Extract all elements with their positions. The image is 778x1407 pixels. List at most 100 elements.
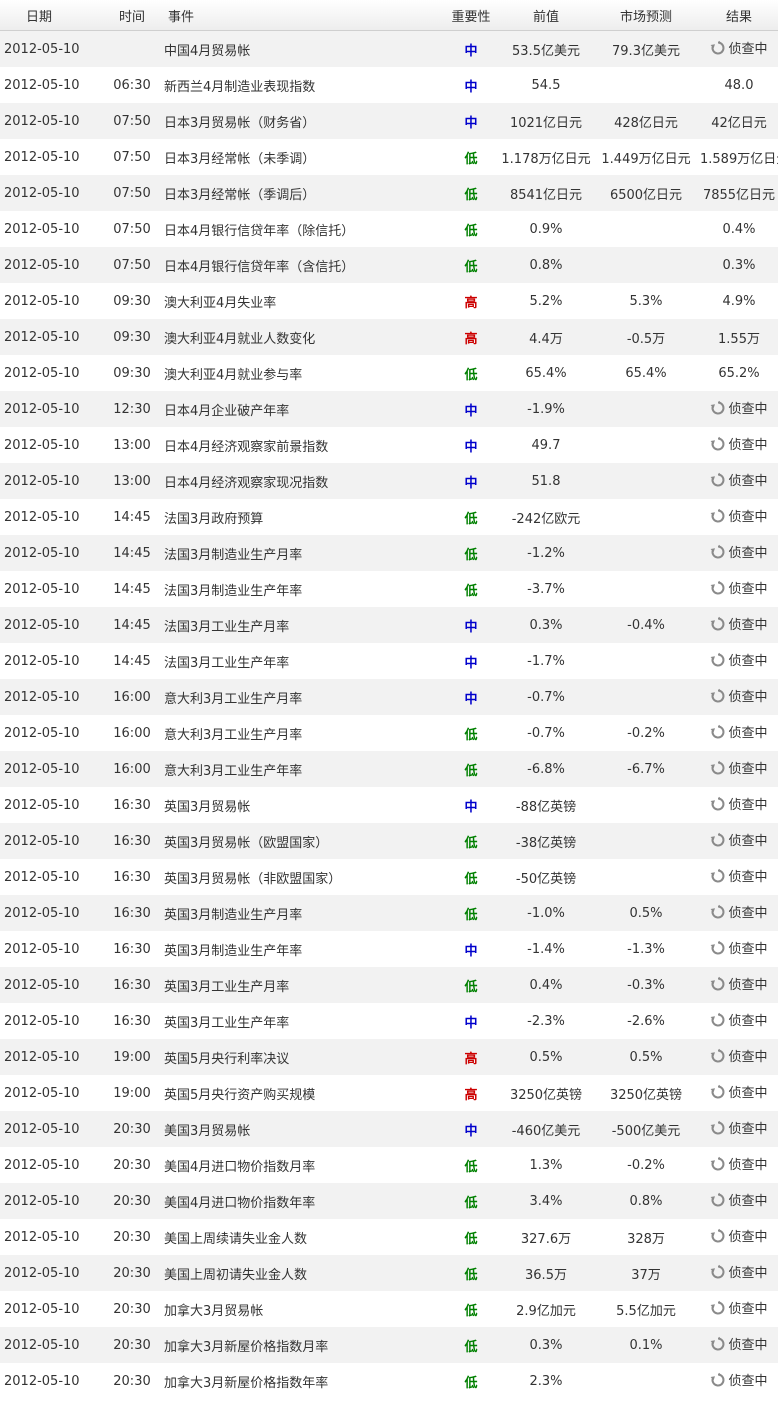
table-row[interactable]: 2012-05-10 20:30 美国4月进口物价指数月率 低 1.3% -0.2% 侦查中 (0, 1147, 778, 1183)
pending-status[interactable]: 侦查中 (710, 974, 768, 993)
pending-status[interactable]: 侦查中 (710, 1010, 768, 1029)
cell-result[interactable]: 侦查中 (700, 38, 778, 60)
table-row[interactable]: 2012-05-10 20:30 加拿大3月新屋价格指数年率 低 2.3% 侦查中 (0, 1363, 778, 1399)
table-row[interactable]: 2012-05-10 09:30 澳大利亚4月就业人数变化 高 4.4万 -0.5万 1.5… (0, 319, 778, 355)
refresh-icon[interactable] (710, 832, 726, 848)
table-row[interactable]: 2012-05-10 14:45 法国3月制造业生产月率 低 -1.2% 侦查中 (0, 535, 778, 571)
table-row[interactable]: 2012-05-10 16:30 英国3月贸易帐（非欧盟国家） 低 -50亿英镑 侦查中 (0, 859, 778, 895)
table-row[interactable]: 2012-05-10 07:50 日本4月银行信贷年率（除信托） 低 0.9% 0.4% (0, 211, 778, 247)
table-row[interactable]: 2012-05-10 14:45 法国3月政府预算 低 -242亿欧元 侦查中 (0, 499, 778, 535)
table-row[interactable]: 2012-05-10 16:30 英国3月工业生产年率 中 -2.3% -2.6% 侦查中 (0, 1003, 778, 1039)
table-row[interactable]: 2012-05-10 19:00 英国5月央行资产购买规模 高 3250亿英镑 3250亿… (0, 1075, 778, 1111)
refresh-icon[interactable] (710, 1156, 726, 1172)
refresh-icon[interactable] (710, 1228, 726, 1244)
header-result[interactable]: 结果 (700, 6, 778, 25)
refresh-icon[interactable] (710, 436, 726, 452)
table-row[interactable]: 2012-05-10 20:30 美国上周初请失业金人数 低 36.5万 37万 侦查中 (0, 1255, 778, 1291)
pending-status[interactable]: 侦查中 (710, 866, 768, 885)
cell-result[interactable]: 侦查中 (700, 902, 778, 924)
pending-status[interactable]: 侦查中 (710, 758, 768, 777)
cell-result[interactable]: 侦查中 (700, 1118, 778, 1140)
table-row[interactable]: 2012-05-10 14:45 法国3月工业生产月率 中 0.3% -0.4% 侦查中 (0, 607, 778, 643)
refresh-icon[interactable] (710, 472, 726, 488)
table-row[interactable]: 2012-05-10 07:50 日本4月银行信贷年率（含信托） 低 0.8% 0.3% (0, 247, 778, 283)
refresh-icon[interactable] (710, 904, 726, 920)
refresh-icon[interactable] (710, 1300, 726, 1316)
pending-status[interactable]: 侦查中 (710, 578, 768, 597)
cell-result[interactable]: 侦查中 (700, 1082, 778, 1104)
cell-result[interactable]: 侦查中 (700, 1226, 778, 1248)
pending-status[interactable]: 侦查中 (710, 398, 768, 417)
cell-result[interactable]: 侦查中 (700, 1190, 778, 1212)
refresh-icon[interactable] (710, 544, 726, 560)
table-row[interactable]: 2012-05-10 16:30 英国3月制造业生产月率 低 -1.0% 0.5% 侦查中 (0, 895, 778, 931)
cell-result[interactable]: 侦查中 (700, 866, 778, 888)
cell-result[interactable]: 侦查中 (700, 722, 778, 744)
refresh-icon[interactable] (710, 868, 726, 884)
pending-status[interactable]: 侦查中 (710, 686, 768, 705)
pending-status[interactable]: 侦查中 (710, 830, 768, 849)
refresh-icon[interactable] (710, 976, 726, 992)
cell-result[interactable]: 侦查中 (700, 1370, 778, 1392)
refresh-icon[interactable] (710, 1336, 726, 1352)
pending-status[interactable]: 侦查中 (710, 650, 768, 669)
cell-result[interactable]: 侦查中 (700, 830, 778, 852)
pending-status[interactable]: 侦查中 (710, 1118, 768, 1137)
table-row[interactable]: 2012-05-10 12:30 日本4月企业破产年率 中 -1.9% 侦查中 (0, 391, 778, 427)
pending-status[interactable]: 侦查中 (710, 470, 768, 489)
table-row[interactable]: 2012-05-10 07:50 日本3月经常帐（未季调） 低 1.178万亿日元 1.4… (0, 139, 778, 175)
pending-status[interactable]: 侦查中 (710, 1334, 768, 1353)
table-row[interactable]: 2012-05-10 09:30 澳大利亚4月失业率 高 5.2% 5.3% 4.9% (0, 283, 778, 319)
table-row[interactable]: 2012-05-10 06:30 新西兰4月制造业表现指数 中 54.5 48.0 (0, 67, 778, 103)
table-row[interactable]: 2012-05-10 16:30 英国3月贸易帐 中 -88亿英镑 侦查中 (0, 787, 778, 823)
refresh-icon[interactable] (710, 616, 726, 632)
refresh-icon[interactable] (710, 400, 726, 416)
table-row[interactable]: 2012-05-10 13:00 日本4月经济观察家前景指数 中 49.7 侦查中 (0, 427, 778, 463)
cell-result[interactable]: 侦查中 (700, 542, 778, 564)
header-previous[interactable]: 前值 (500, 6, 592, 25)
table-row[interactable]: 2012-05-10 16:00 意大利3月工业生产月率 中 -0.7% 侦查中 (0, 679, 778, 715)
cell-result[interactable]: 侦查中 (700, 578, 778, 600)
table-row[interactable]: 2012-05-10 16:00 意大利3月工业生产年率 低 -6.8% -6.7% 侦查中 (0, 751, 778, 787)
cell-result[interactable]: 侦查中 (700, 470, 778, 492)
table-row[interactable]: 2012-05-10 20:30 美国4月进口物价指数年率 低 3.4% 0.8% 侦查中 (0, 1183, 778, 1219)
cell-result[interactable]: 侦查中 (700, 686, 778, 708)
pending-status[interactable]: 侦查中 (710, 506, 768, 525)
cell-result[interactable]: 侦查中 (700, 1334, 778, 1356)
refresh-icon[interactable] (710, 1192, 726, 1208)
pending-status[interactable]: 侦查中 (710, 542, 768, 561)
table-row[interactable]: 2012-05-10 09:30 澳大利亚4月就业参与率 低 65.4% 65.4% 65.… (0, 355, 778, 391)
pending-status[interactable]: 侦查中 (710, 794, 768, 813)
cell-result[interactable]: 侦查中 (700, 974, 778, 996)
cell-result[interactable]: 侦查中 (700, 506, 778, 528)
refresh-icon[interactable] (710, 508, 726, 524)
table-row[interactable]: 2012-05-10 07:50 日本3月经常帐（季调后） 低 8541亿日元 6500亿… (0, 175, 778, 211)
table-row[interactable]: 2012-05-10 16:30 英国3月贸易帐（欧盟国家） 低 -38亿英镑 侦查中 (0, 823, 778, 859)
pending-status[interactable]: 侦查中 (710, 722, 768, 741)
pending-status[interactable]: 侦查中 (710, 1298, 768, 1317)
pending-status[interactable]: 侦查中 (710, 1046, 768, 1065)
pending-status[interactable]: 侦查中 (710, 1370, 768, 1389)
cell-result[interactable]: 侦查中 (700, 434, 778, 456)
pending-status[interactable]: 侦查中 (710, 614, 768, 633)
cell-result[interactable]: 侦查中 (700, 938, 778, 960)
refresh-icon[interactable] (710, 1084, 726, 1100)
cell-result[interactable]: 侦查中 (700, 650, 778, 672)
table-row[interactable]: 2012-05-10 20:30 加拿大3月新屋价格指数月率 低 0.3% 0.1% 侦查中 (0, 1327, 778, 1363)
table-row[interactable]: 2012-05-10 16:30 英国3月工业生产月率 低 0.4% -0.3% 侦查中 (0, 967, 778, 1003)
header-date[interactable]: 日期 (0, 6, 104, 25)
table-row[interactable]: 2012-05-10 20:30 美国3月贸易帐 中 -460亿美元 -500亿美元 侦查中 (0, 1111, 778, 1147)
table-row[interactable]: 2012-05-10 07:50 日本3月贸易帐（财务省） 中 1021亿日元 428亿日… (0, 103, 778, 139)
cell-result[interactable]: 侦查中 (700, 1262, 778, 1284)
cell-result[interactable]: 侦查中 (700, 1010, 778, 1032)
cell-result[interactable]: 侦查中 (700, 794, 778, 816)
refresh-icon[interactable] (710, 724, 726, 740)
refresh-icon[interactable] (710, 940, 726, 956)
table-row[interactable]: 2012-05-10 中国4月贸易帐 中 53.5亿美元 79.3亿美元 侦查中 (0, 31, 778, 67)
pending-status[interactable]: 侦查中 (710, 938, 768, 957)
refresh-icon[interactable] (710, 1012, 726, 1028)
refresh-icon[interactable] (710, 1048, 726, 1064)
pending-status[interactable]: 侦查中 (710, 1226, 768, 1245)
refresh-icon[interactable] (710, 688, 726, 704)
cell-result[interactable]: 侦查中 (700, 1046, 778, 1068)
